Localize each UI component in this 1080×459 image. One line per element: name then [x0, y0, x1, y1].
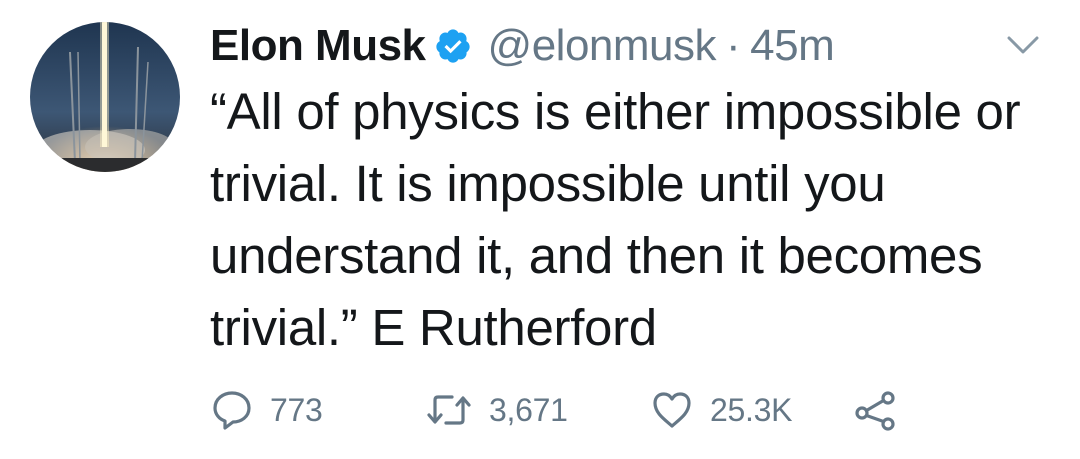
- chevron-down-icon[interactable]: [1003, 30, 1043, 60]
- share-button[interactable]: [852, 380, 898, 440]
- reply-icon: [213, 391, 251, 430]
- tweet-card[interactable]: Elon Musk @elonmusk · 45m “All of physic…: [0, 0, 1080, 459]
- tweet-actions: 773 3,671 25.3K: [210, 380, 1010, 440]
- like-count: 25.3K: [710, 391, 793, 428]
- author-name[interactable]: Elon Musk: [210, 21, 426, 71]
- tweet-header: Elon Musk @elonmusk · 45m: [210, 14, 835, 78]
- author-handle[interactable]: @elonmusk: [488, 21, 717, 71]
- separator-dot: ·: [726, 21, 741, 70]
- retweet-icon: [427, 395, 471, 425]
- tweet-text: “All of physics is either impossible or …: [210, 83, 1021, 356]
- reply-button[interactable]: 773: [210, 380, 323, 440]
- verified-badge-icon: [434, 27, 472, 65]
- retweet-count: 3,671: [489, 391, 568, 428]
- share-icon: [855, 391, 895, 431]
- reply-count: 773: [270, 391, 323, 428]
- rocket-launch-avatar: [30, 22, 180, 172]
- heart-icon: [653, 392, 691, 428]
- like-button[interactable]: 25.3K: [650, 380, 792, 440]
- tweet-timestamp[interactable]: 45m: [750, 21, 835, 71]
- avatar[interactable]: [30, 22, 180, 172]
- retweet-button[interactable]: 3,671: [425, 380, 568, 440]
